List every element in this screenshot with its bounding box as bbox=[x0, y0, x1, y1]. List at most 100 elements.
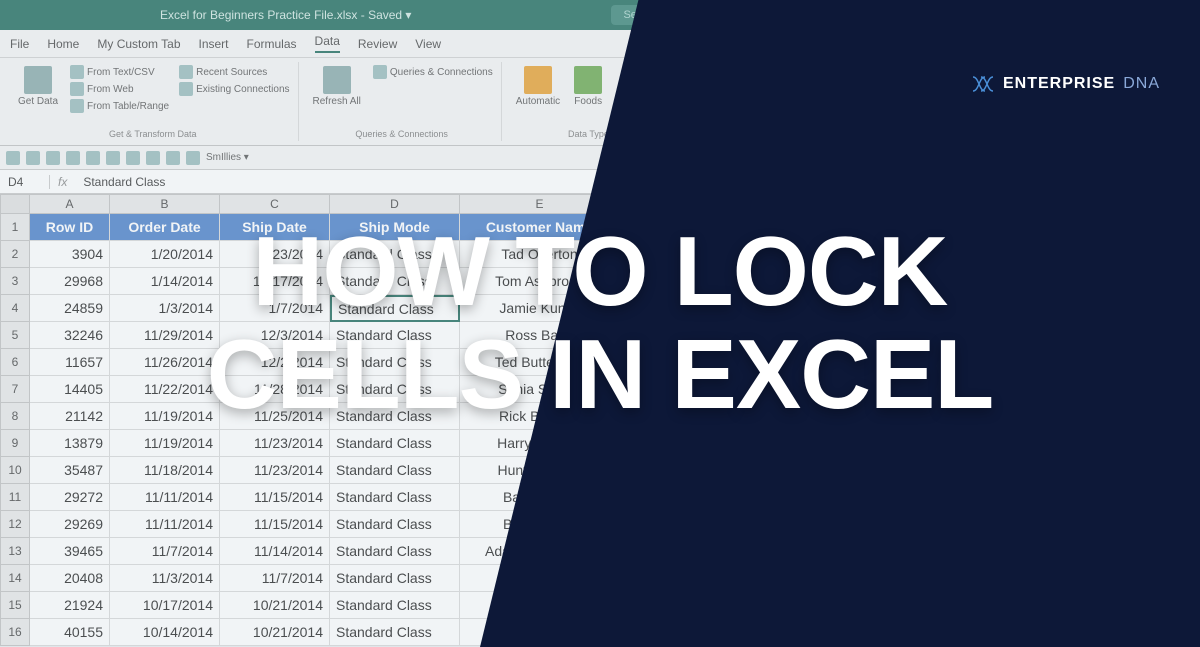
queries-connections-button[interactable]: Queries & Connections bbox=[371, 64, 495, 80]
cell[interactable]: 11/23/2014 bbox=[220, 430, 330, 457]
qat-icon[interactable] bbox=[126, 151, 140, 165]
ribbon-group-label: Get & Transform Data bbox=[14, 129, 292, 139]
foods-icon bbox=[574, 66, 602, 94]
document-title: Excel for Beginners Practice File.xlsx -… bbox=[160, 8, 411, 22]
ribbon-group-queries: Refresh All Queries & Connections Querie… bbox=[303, 62, 502, 141]
menu-data[interactable]: Data bbox=[315, 34, 340, 53]
cell[interactable]: Standard Class bbox=[330, 430, 460, 457]
menu-home[interactable]: Home bbox=[47, 37, 79, 51]
menu-review[interactable]: Review bbox=[358, 37, 397, 51]
cell[interactable]: 10/21/2014 bbox=[220, 592, 330, 619]
cell[interactable]: 13879 bbox=[30, 430, 110, 457]
col-header-d[interactable]: D bbox=[330, 194, 460, 214]
cell[interactable]: Standard Class bbox=[330, 565, 460, 592]
formula-input[interactable]: Standard Class bbox=[75, 175, 173, 189]
foods-button[interactable]: Foods bbox=[570, 64, 606, 129]
recent-sources-button[interactable]: Recent Sources bbox=[177, 64, 291, 80]
qat-icon[interactable] bbox=[46, 151, 60, 165]
cell[interactable]: 11/7/2014 bbox=[110, 538, 220, 565]
csv-icon bbox=[70, 65, 84, 79]
menu-custom[interactable]: My Custom Tab bbox=[97, 37, 180, 51]
cell[interactable]: 11/11/2014 bbox=[110, 511, 220, 538]
menu-view[interactable]: View bbox=[415, 37, 441, 51]
row-header[interactable]: 14 bbox=[0, 565, 30, 592]
cell[interactable]: 11/3/2014 bbox=[110, 565, 220, 592]
cell[interactable]: 11/18/2014 bbox=[110, 457, 220, 484]
qat-icon[interactable] bbox=[146, 151, 160, 165]
refresh-icon bbox=[323, 66, 351, 94]
row-header[interactable]: 13 bbox=[0, 538, 30, 565]
col-header-a[interactable]: A bbox=[30, 194, 110, 214]
cell[interactable]: 29269 bbox=[30, 511, 110, 538]
refresh-label: Refresh All bbox=[313, 96, 361, 107]
cell[interactable]: 10/14/2014 bbox=[110, 619, 220, 646]
ribbon-group-get-transform: Get Data From Text/CSV From Web From Tab… bbox=[8, 62, 299, 141]
title-line-2: CELLS IN EXCEL bbox=[0, 323, 1200, 426]
cell[interactable]: 35487 bbox=[30, 457, 110, 484]
table-icon bbox=[70, 99, 84, 113]
cell[interactable]: 11/23/2014 bbox=[220, 457, 330, 484]
cell[interactable]: 40155 bbox=[30, 619, 110, 646]
cell[interactable]: 11/19/2014 bbox=[110, 430, 220, 457]
brand-logo: ENTERPRISE DNA bbox=[971, 75, 1160, 93]
brand-light: DNA bbox=[1123, 75, 1160, 93]
menu-insert[interactable]: Insert bbox=[199, 37, 229, 51]
qat-icon[interactable] bbox=[166, 151, 180, 165]
qat-icon[interactable] bbox=[6, 151, 20, 165]
qat-icon[interactable] bbox=[186, 151, 200, 165]
automatic-icon bbox=[524, 66, 552, 94]
ribbon-group-label: Queries & Connections bbox=[309, 129, 495, 139]
automatic-button[interactable]: Automatic bbox=[512, 64, 564, 129]
cell[interactable]: 20408 bbox=[30, 565, 110, 592]
col-header-b[interactable]: B bbox=[110, 194, 220, 214]
from-text-csv-button[interactable]: From Text/CSV bbox=[68, 64, 171, 80]
menu-file[interactable]: File bbox=[10, 37, 29, 51]
row-header[interactable]: 11 bbox=[0, 484, 30, 511]
cell[interactable]: 11/15/2014 bbox=[220, 511, 330, 538]
web-icon bbox=[70, 82, 84, 96]
qat-icon[interactable] bbox=[106, 151, 120, 165]
row-header[interactable]: 12 bbox=[0, 511, 30, 538]
cell[interactable]: 39465 bbox=[30, 538, 110, 565]
row-header[interactable]: 10 bbox=[0, 457, 30, 484]
name-box[interactable]: D4 bbox=[0, 175, 50, 189]
main-title: HOW TO LOCK CELLS IN EXCEL bbox=[0, 220, 1200, 426]
refresh-all-button[interactable]: Refresh All bbox=[309, 64, 365, 129]
select-all-corner[interactable] bbox=[0, 194, 30, 214]
row-header[interactable]: 16 bbox=[0, 619, 30, 646]
cell[interactable]: Standard Class bbox=[330, 619, 460, 646]
cell[interactable]: 21924 bbox=[30, 592, 110, 619]
cell[interactable]: Standard Class bbox=[330, 484, 460, 511]
get-data-label: Get Data bbox=[18, 96, 58, 107]
col-header-c[interactable]: C bbox=[220, 194, 330, 214]
cell[interactable]: 10/21/2014 bbox=[220, 619, 330, 646]
queries-icon bbox=[373, 65, 387, 79]
cell[interactable]: Standard Class bbox=[330, 511, 460, 538]
fx-icon[interactable]: fx bbox=[50, 175, 75, 189]
row-header[interactable]: 9 bbox=[0, 430, 30, 457]
smilies-label[interactable]: SmIllies ▾ bbox=[206, 152, 249, 163]
from-table-button[interactable]: From Table/Range bbox=[68, 98, 171, 114]
qat-icon[interactable] bbox=[86, 151, 100, 165]
get-data-button[interactable]: Get Data bbox=[14, 64, 62, 129]
cell[interactable]: Standard Class bbox=[330, 538, 460, 565]
cell[interactable]: Standard Class bbox=[330, 592, 460, 619]
cell[interactable]: 11/11/2014 bbox=[110, 484, 220, 511]
qat-icon[interactable] bbox=[66, 151, 80, 165]
existing-connections-button[interactable]: Existing Connections bbox=[177, 81, 291, 97]
menu-formulas[interactable]: Formulas bbox=[247, 37, 297, 51]
from-web-button[interactable]: From Web bbox=[68, 81, 171, 97]
title-line-1: HOW TO LOCK bbox=[0, 220, 1200, 323]
cell[interactable]: 10/17/2014 bbox=[110, 592, 220, 619]
dna-icon bbox=[971, 75, 995, 93]
cell[interactable]: 11/15/2014 bbox=[220, 484, 330, 511]
row-header[interactable]: 15 bbox=[0, 592, 30, 619]
cell[interactable]: 11/7/2014 bbox=[220, 565, 330, 592]
recent-icon bbox=[179, 65, 193, 79]
cell[interactable]: 29272 bbox=[30, 484, 110, 511]
cell[interactable]: Standard Class bbox=[330, 457, 460, 484]
qat-icon[interactable] bbox=[26, 151, 40, 165]
cell[interactable]: 11/14/2014 bbox=[220, 538, 330, 565]
connections-icon bbox=[179, 82, 193, 96]
brand-bold: ENTERPRISE bbox=[1003, 75, 1115, 93]
